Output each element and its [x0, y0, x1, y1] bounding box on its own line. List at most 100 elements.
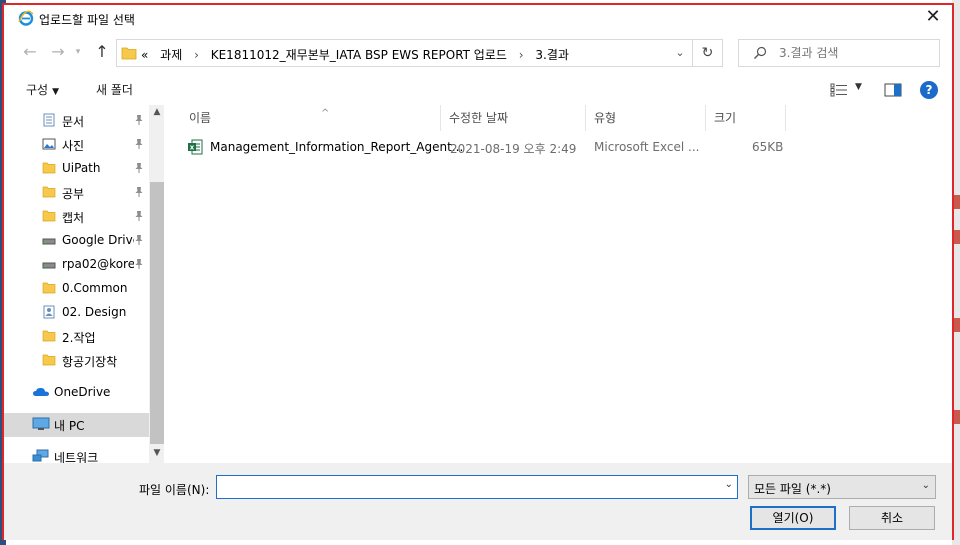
- file-type-filter[interactable]: 모든 파일 (*.*) ⌄: [748, 475, 936, 499]
- sidebar-item-label: OneDrive: [54, 385, 111, 399]
- sidebar-item-capture[interactable]: 캡처: [4, 205, 149, 229]
- folder-icon: [42, 210, 56, 222]
- chevron-right-icon: ›: [194, 48, 199, 62]
- close-button[interactable]: ✕: [918, 5, 948, 31]
- sort-ascending-icon: ^: [321, 108, 330, 119]
- svg-text:x: x: [190, 144, 195, 152]
- sidebar-item-rpa02[interactable]: rpa02@korea: [4, 253, 149, 277]
- forward-arrow-icon: →: [51, 42, 65, 61]
- folder-icon: [42, 354, 56, 366]
- drive-icon: [42, 238, 56, 245]
- sidebar-item-pictures[interactable]: 사진: [4, 133, 149, 157]
- file-type: Microsoft Excel ...: [594, 140, 700, 154]
- organize-button[interactable]: 구성 ▼: [26, 81, 59, 98]
- pin-icon: [135, 235, 143, 245]
- breadcrumb-segment[interactable]: 과제: [152, 48, 182, 62]
- filename-label: 파일 이름(N):: [139, 483, 210, 497]
- column-header-name[interactable]: 이름 ^: [181, 105, 441, 131]
- search-input[interactable]: [779, 46, 929, 60]
- sidebar-item-onedrive[interactable]: OneDrive: [4, 381, 149, 405]
- new-folder-button[interactable]: 새 폴더: [96, 81, 133, 98]
- sidebar-item-0-common[interactable]: 0.Common: [4, 277, 149, 301]
- sidebar-item-label: UiPath: [62, 161, 101, 175]
- picture-icon: [42, 138, 56, 150]
- up-button[interactable]: ↑: [92, 42, 112, 62]
- address-dropdown[interactable]: ⌄: [670, 44, 690, 62]
- scroll-up-icon[interactable]: ▲: [149, 107, 164, 119]
- network-icon: [32, 449, 49, 462]
- file-open-dialog: 업로드할 파일 선택 ✕ ← → ▾ ↑ « 과제 › KE1811012_재무…: [2, 3, 954, 540]
- sidebar-item-this-pc[interactable]: 내 PC: [4, 413, 149, 437]
- excel-icon: x: [188, 139, 203, 155]
- navigation-pane: 문서 사진 UiPath 공부 캡처 Google Drive rpa02@ko…: [4, 105, 164, 463]
- chevron-down-icon: ▾: [75, 47, 81, 57]
- folder-icon: [42, 330, 56, 342]
- sidebar-item-label: rpa02@korea: [62, 257, 134, 271]
- cloud-icon: [33, 387, 49, 396]
- sidebar-item-2-work[interactable]: 2.작업: [4, 325, 149, 349]
- sidebar-item-label: 0.Common: [62, 281, 128, 295]
- open-button[interactable]: 열기(O): [750, 506, 836, 530]
- sidebar-item-label: 문서: [62, 115, 85, 129]
- scrollbar-thumb[interactable]: [150, 182, 164, 444]
- filename-input[interactable]: [221, 479, 711, 493]
- sidebar-item-02-design[interactable]: 02. Design: [4, 301, 149, 325]
- folder-icon: [42, 186, 56, 198]
- breadcrumb-segment[interactable]: KE1811012_재무본부_IATA BSP EWS REPORT 업로드: [211, 48, 507, 62]
- sidebar-item-uipath[interactable]: UiPath: [4, 157, 149, 181]
- nav-scrollbar[interactable]: ▲ ▼: [149, 105, 164, 463]
- close-icon: ✕: [925, 6, 941, 27]
- sidebar-item-network[interactable]: 네트워크: [4, 445, 149, 463]
- document-icon: [43, 113, 55, 127]
- help-icon[interactable]: ?: [920, 81, 938, 99]
- filename-combobox[interactable]: ⌄: [216, 475, 738, 499]
- sidebar-item-study[interactable]: 공부: [4, 181, 149, 205]
- table-row[interactable]: x Management_Information_Report_Agent...…: [181, 135, 787, 159]
- column-header-modified[interactable]: 수정한 날짜: [441, 105, 586, 131]
- title-bar: 업로드할 파일 선택 ✕: [4, 5, 952, 33]
- refresh-button[interactable]: ↻: [693, 39, 723, 67]
- sidebar-item-label: 항공기장착: [62, 355, 118, 369]
- breadcrumb-overflow[interactable]: «: [141, 48, 148, 62]
- forward-button[interactable]: →: [48, 42, 68, 62]
- search-icon: [754, 46, 767, 59]
- pin-icon: [135, 187, 143, 197]
- sidebar-item-label: 2.작업: [62, 331, 96, 345]
- sidebar-item-label: 네트워크: [54, 451, 99, 463]
- preview-pane-icon[interactable]: [884, 83, 902, 97]
- breadcrumb-segment[interactable]: 3.결과: [535, 48, 569, 62]
- column-header-label: 이름: [189, 111, 212, 125]
- pin-icon: [135, 211, 143, 221]
- file-modified: 2021-08-19 오후 2:49: [450, 142, 577, 156]
- column-header-size[interactable]: 크기: [706, 105, 786, 131]
- pin-icon: [135, 139, 143, 149]
- address-row: ← → ▾ ↑ « 과제 › KE1811012_재무본부_IATA BSP E…: [4, 36, 952, 68]
- filter-value: 모든 파일 (*.*): [754, 482, 831, 496]
- search-box[interactable]: [738, 39, 940, 67]
- cancel-button[interactable]: 취소: [849, 506, 935, 530]
- chevron-down-icon: ⌄: [675, 46, 685, 59]
- scroll-down-icon[interactable]: ▼: [149, 448, 164, 460]
- sidebar-item-label: 02. Design: [62, 305, 127, 319]
- sidebar-item-label: 사진: [62, 139, 85, 153]
- sidebar-item-aircraft[interactable]: 항공기장착: [4, 349, 149, 373]
- sidebar-item-google-drive[interactable]: Google Drive: [4, 229, 149, 253]
- caret-down-icon[interactable]: ▼: [855, 82, 862, 92]
- command-bar: 구성 ▼ 새 폴더 ▼ ?: [4, 73, 952, 105]
- drive-icon: [42, 262, 56, 269]
- back-button[interactable]: ←: [20, 42, 40, 62]
- window-title: 업로드할 파일 선택: [39, 13, 135, 27]
- pin-icon: [135, 259, 143, 269]
- folder-icon: [42, 162, 56, 174]
- folder-icon: [42, 282, 56, 294]
- recent-locations-button[interactable]: ▾: [72, 42, 84, 62]
- breadcrumb: « 과제 › KE1811012_재무본부_IATA BSP EWS REPOR…: [141, 46, 569, 63]
- pin-icon: [135, 163, 143, 173]
- view-options-icon[interactable]: [830, 83, 848, 97]
- column-header-type[interactable]: 유형: [586, 105, 706, 131]
- chevron-down-icon[interactable]: ⌄: [725, 479, 733, 490]
- ie-icon: [18, 10, 34, 26]
- sidebar-item-documents[interactable]: 문서: [4, 109, 149, 133]
- sidebar-item-label: 내 PC: [54, 419, 85, 433]
- address-bar[interactable]: « 과제 › KE1811012_재무본부_IATA BSP EWS REPOR…: [116, 39, 693, 67]
